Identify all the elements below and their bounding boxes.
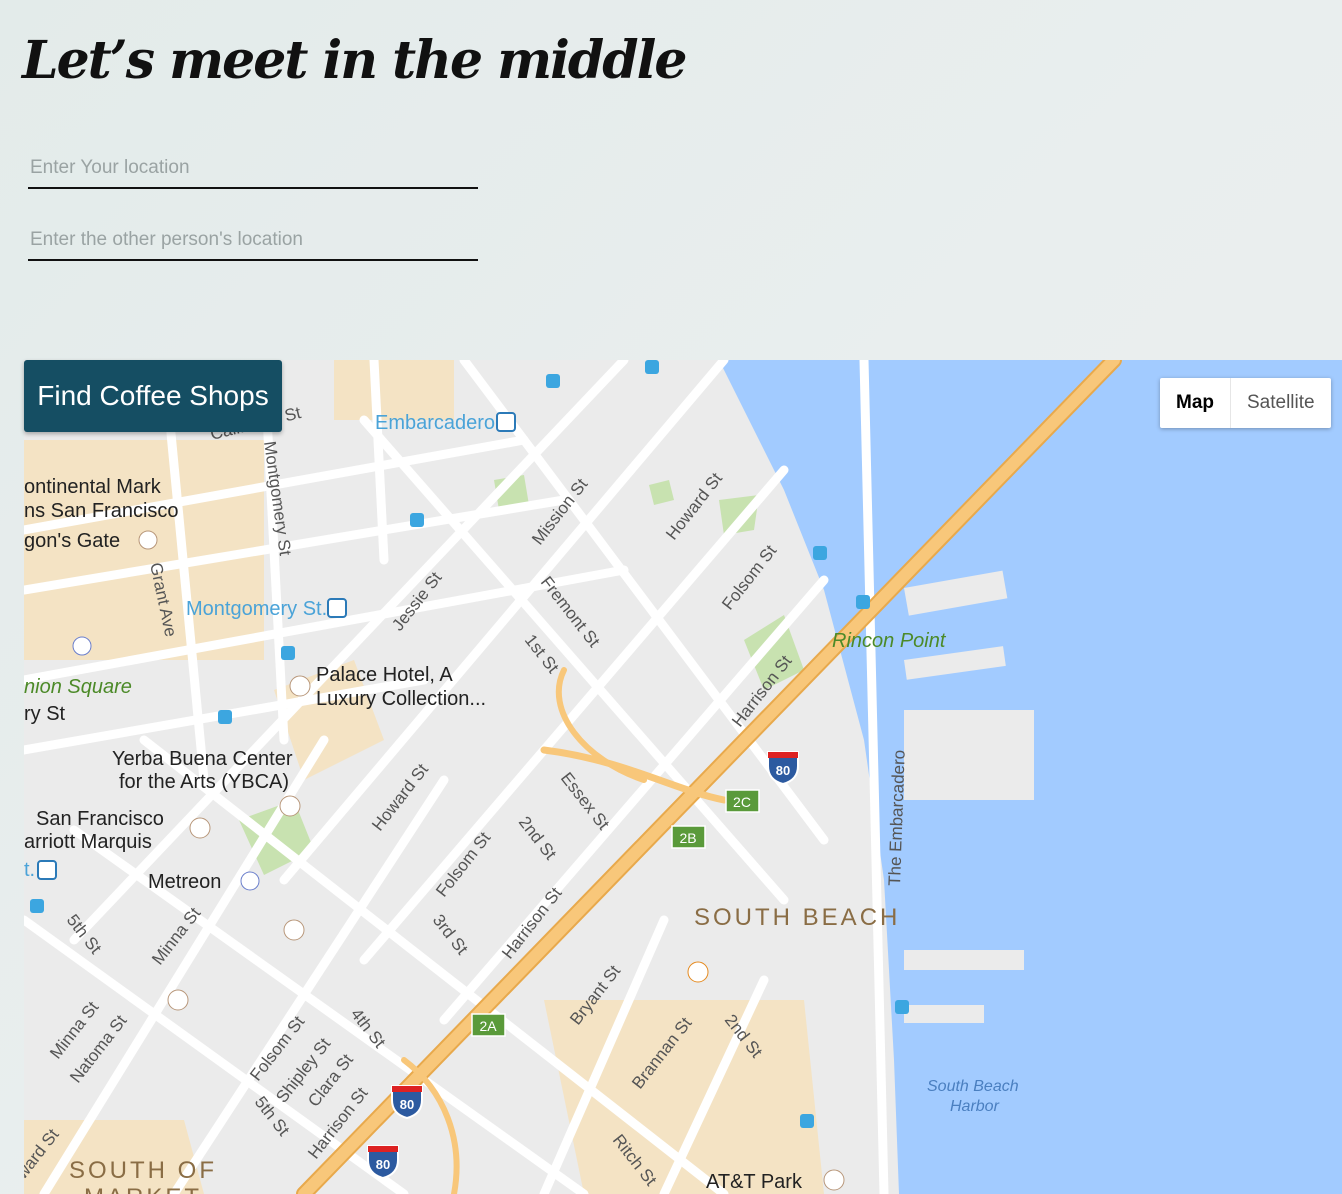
label-south-of-market-1: SOUTH OF — [69, 1157, 217, 1184]
exit-badge-2a: 2A — [471, 1013, 506, 1037]
label-ry-st: ry St — [24, 703, 66, 725]
page-title: Let’s meet in the middle — [22, 30, 687, 91]
stadium-icon — [823, 1169, 845, 1191]
restaurant-icon — [687, 961, 709, 983]
label-station-t: t. — [24, 859, 35, 881]
museum-icon — [283, 919, 305, 941]
your-location-input[interactable] — [28, 155, 478, 187]
highway-shield-2-label: 80 — [400, 1097, 414, 1112]
svg-text:2A: 2A — [479, 1018, 497, 1034]
map[interactable]: 80 80 80 2C 2B 2A Embarcadero Montgomery… — [24, 360, 1342, 1194]
label-rincon-point: Rincon Point — [832, 630, 947, 652]
camera-icon — [138, 530, 158, 550]
highway-shield-3: 80 — [367, 1145, 399, 1180]
exit-badge-2c: 2C — [725, 789, 760, 813]
map-type-satellite-button[interactable]: Satellite — [1230, 378, 1331, 428]
exit-badge-2b: 2B — [671, 825, 706, 849]
transit-icon — [895, 1000, 909, 1014]
transit-icon — [813, 546, 827, 560]
transit-icon — [546, 374, 560, 388]
other-location-input[interactable] — [28, 227, 478, 259]
hotel-icon — [167, 989, 189, 1011]
label-marriott-2: arriott Marquis — [24, 831, 152, 853]
label-union-square: nion Square — [24, 676, 132, 698]
label-ybca-1: Yerba Buena Center — [112, 748, 293, 770]
label-ybca-2: for the Arts (YBCA) — [119, 771, 289, 793]
shopping-icon — [72, 636, 92, 656]
label-marriott-1: San Francisco — [36, 808, 164, 830]
bart-icon — [37, 860, 57, 880]
highway-shield-1-label: 80 — [776, 763, 790, 778]
svg-text:2B: 2B — [679, 830, 696, 846]
transit-icon — [218, 710, 232, 724]
shopping-icon — [240, 871, 260, 891]
label-south-beach-harbor-1: South Beach — [927, 1078, 1019, 1095]
label-montgomery-station: Montgomery St. — [186, 598, 327, 620]
hotel-icon — [189, 817, 211, 839]
label-south-of-market-2: MARKET — [84, 1184, 202, 1194]
theater-icon — [279, 795, 301, 817]
label-att-park: AT&T Park — [706, 1171, 803, 1193]
transit-icon — [281, 646, 295, 660]
svg-text:2C: 2C — [733, 794, 751, 810]
label-intercontinental-2: ns San Francisco — [24, 500, 179, 522]
label-metreon: Metreon — [148, 871, 221, 893]
label-palace-hotel-1: Palace Hotel, A — [316, 664, 453, 686]
map-type-control: Map Satellite — [1160, 378, 1331, 428]
bart-icon — [327, 598, 347, 618]
transit-icon — [410, 513, 424, 527]
label-south-beach-harbor-2: Harbor — [950, 1098, 1000, 1115]
label-south-beach: SOUTH BEACH — [694, 904, 900, 931]
other-location-field — [28, 227, 478, 261]
your-location-field — [28, 155, 478, 189]
transit-icon — [856, 595, 870, 609]
highway-shield-2: 80 — [391, 1085, 423, 1120]
bart-icon — [496, 412, 516, 432]
map-type-map-button[interactable]: Map — [1160, 378, 1230, 428]
hotel-icon — [289, 675, 311, 697]
highway-shield-3-label: 80 — [376, 1157, 390, 1172]
label-intercontinental-1: ontinental Mark — [24, 476, 162, 498]
label-palace-hotel-2: Luxury Collection... — [316, 688, 486, 710]
label-embarcadero-station: Embarcadero — [375, 412, 495, 434]
transit-icon — [30, 899, 44, 913]
transit-icon — [645, 360, 659, 374]
transit-icon — [800, 1114, 814, 1128]
highway-shield-1: 80 — [767, 751, 799, 786]
label-dragons-gate: gon's Gate — [24, 530, 120, 552]
find-coffee-shops-button[interactable]: Find Coffee Shops — [24, 360, 282, 432]
